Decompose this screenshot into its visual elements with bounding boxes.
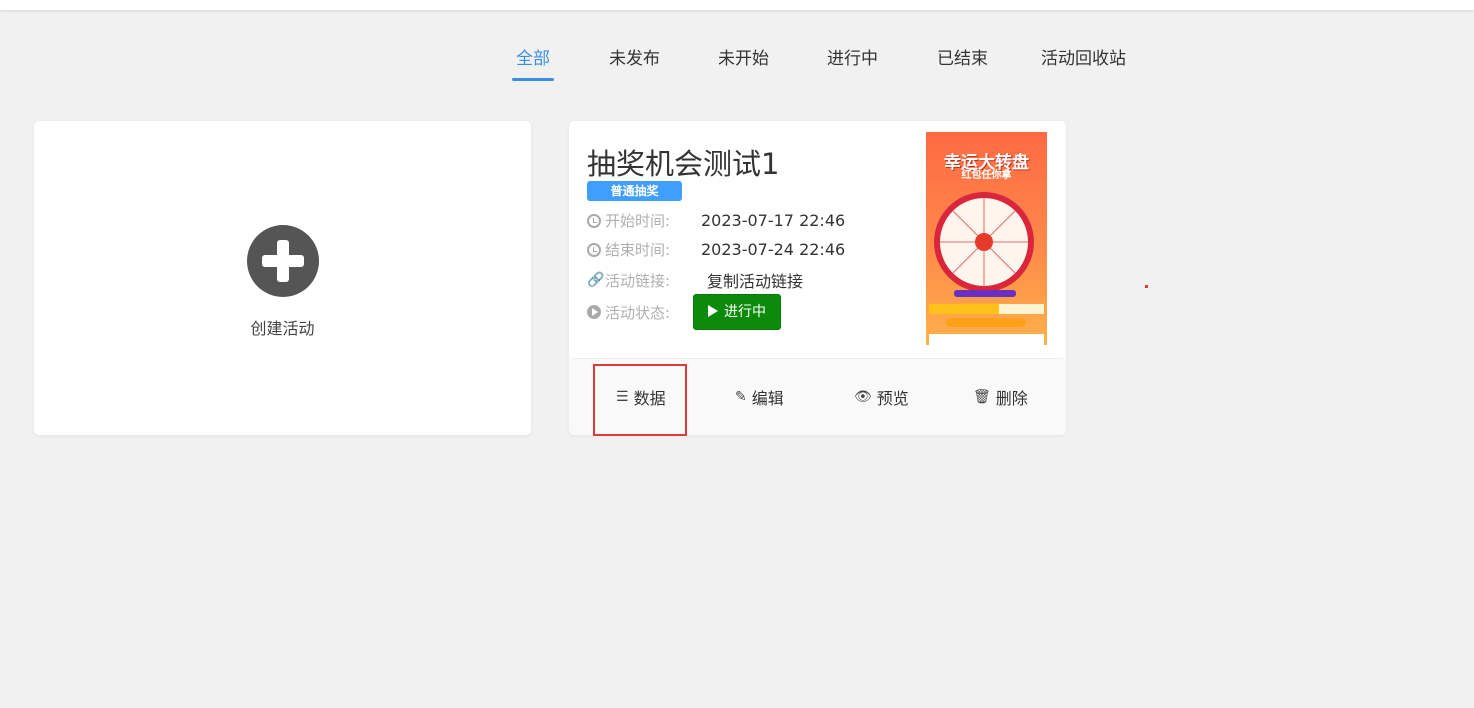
tab-not-started[interactable]: 未开始 [718, 44, 769, 69]
tab-recycle-bin[interactable]: 活动回收站 [1041, 44, 1126, 69]
status-tabs: 全部 未发布 未开始 进行中 已结束 活动回收站 [0, 44, 1474, 84]
highlight-annotation-box [593, 364, 687, 436]
end-time-value: 2023-07-24 22:46 [701, 240, 846, 259]
clock-icon [587, 242, 601, 257]
prize-wheel-icon [929, 192, 1044, 345]
plus-circle-icon [247, 225, 319, 297]
activity-actions: ☰ 数据 ✎ 编辑 👁 预览 🗑 删除 [569, 359, 1066, 436]
play-icon [708, 305, 718, 317]
status-text: 进行中 [724, 304, 766, 320]
start-time-value: 2023-07-17 22:46 [701, 211, 846, 230]
end-time-row: 结束时间: 2023-07-24 22:46 [587, 239, 845, 260]
link-label: 活动链接: [605, 271, 671, 290]
status-label: 活动状态: [605, 303, 671, 322]
edit-icon: ✎ [735, 389, 747, 405]
active-tab-indicator [512, 78, 554, 81]
activity-title: 抽奖机会测试1 [587, 147, 780, 181]
preview-button[interactable]: 👁 预览 [854, 385, 909, 409]
delete-button-label: 删除 [995, 389, 1028, 408]
end-time-label: 结束时间: [605, 241, 671, 259]
trash-icon: 🗑 [973, 389, 991, 405]
tab-ended[interactable]: 已结束 [937, 44, 988, 69]
link-row: 🔗 活动链接: 复制活动链接 [587, 268, 803, 292]
start-time-label: 开始时间: [605, 212, 671, 230]
status-row: 活动状态: 进行中 [587, 294, 781, 330]
delete-button[interactable]: 🗑 删除 [973, 385, 1028, 409]
tab-unpublished[interactable]: 未发布 [609, 44, 660, 69]
clock-icon [587, 213, 601, 228]
copy-link-button[interactable]: 复制活动链接 [707, 268, 803, 292]
top-bar [0, 0, 1474, 10]
eye-icon: 👁 [854, 389, 872, 405]
edit-button[interactable]: ✎ 编辑 [735, 385, 784, 409]
create-activity-label: 创建活动 [250, 319, 315, 338]
tab-in-progress[interactable]: 进行中 [827, 44, 878, 69]
activity-poster-thumbnail[interactable]: 幸运大转盘 红包任你拿 [926, 132, 1047, 345]
status-in-progress-button[interactable]: 进行中 [693, 294, 781, 330]
play-circle-icon [587, 305, 601, 319]
start-time-row: 开始时间: 2023-07-17 22:46 [587, 210, 845, 231]
edit-button-label: 编辑 [751, 389, 784, 408]
activity-type-badge: 普通抽奖 [587, 181, 682, 201]
activity-card: 抽奖机会测试1 普通抽奖 开始时间: 2023-07-17 22:46 结束时间… [569, 121, 1066, 436]
preview-button-label: 预览 [876, 389, 909, 408]
link-icon: 🔗 [587, 272, 605, 288]
create-activity-card[interactable]: 创建活动 [34, 121, 531, 435]
tab-all[interactable]: 全部 [516, 44, 550, 69]
red-marker-dot [1145, 285, 1148, 288]
